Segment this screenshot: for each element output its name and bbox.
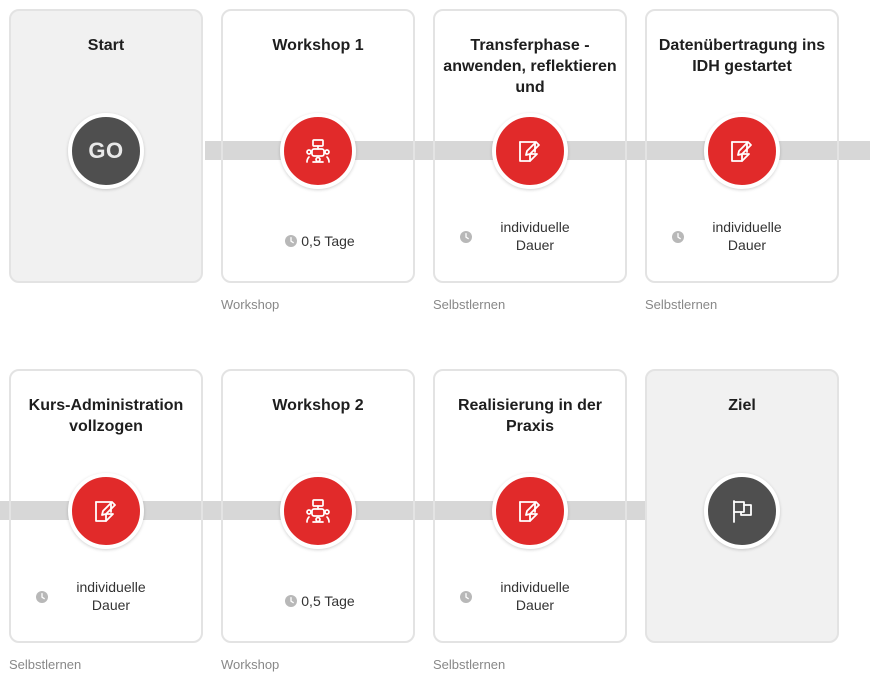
workshop-icon <box>306 139 330 163</box>
duration: individuelle Dauer <box>11 578 205 614</box>
workshop-icon <box>306 499 330 523</box>
card-caption: Selbstlernen <box>433 657 506 672</box>
go-label: GO <box>88 138 124 163</box>
duration-text: 0,5 Tage <box>301 593 355 609</box>
go-node[interactable]: GO <box>68 113 144 189</box>
clock-icon <box>285 595 298 607</box>
goal-node[interactable] <box>704 473 780 549</box>
edit-icon <box>519 501 540 522</box>
flag-icon <box>733 500 752 523</box>
duration-line-2: Dauer <box>91 597 131 613</box>
duration: individuelle Dauer <box>435 218 629 254</box>
duration-line-1: individuelle <box>76 579 146 595</box>
edit-node[interactable] <box>492 113 568 189</box>
card-title: Realisierung in der Praxis <box>457 397 603 435</box>
duration: 0,5 Tage <box>223 592 417 610</box>
duration-line-1: individuelle <box>712 219 782 235</box>
workshop-node[interactable] <box>280 473 356 549</box>
clock-icon <box>672 231 684 243</box>
edit-icon <box>95 501 116 522</box>
card-caption: Selbstlernen <box>645 297 718 312</box>
card-title: Kurs-Administration vollzogen <box>28 397 184 435</box>
duration-line-2: Dauer <box>515 597 555 613</box>
card-title: Datenübertragung ins IDH gestartet <box>658 37 826 75</box>
edit-icon <box>731 141 752 162</box>
card-title: Transferphase - anwenden, reflektieren u… <box>443 37 617 96</box>
duration-line-2: Dauer <box>515 237 555 253</box>
duration-text: 0,5 Tage <box>301 233 355 249</box>
edit-icon <box>519 141 540 162</box>
duration: 0,5 Tage <box>223 232 417 250</box>
card-caption: Selbstlernen <box>433 297 506 312</box>
card-title: Workshop 2 <box>272 397 364 414</box>
card-title: Start <box>87 37 125 54</box>
duration: individuelle Dauer <box>435 578 629 614</box>
card-title: Workshop 1 <box>272 37 364 54</box>
card-caption: Workshop <box>221 297 280 312</box>
clock-icon <box>460 591 472 603</box>
duration-line-2: Dauer <box>727 237 767 253</box>
clock-icon <box>460 231 472 243</box>
clock-icon <box>36 591 48 603</box>
edit-node[interactable] <box>704 113 780 189</box>
journey-row-2: Kurs-Administration vollzogen individuel… <box>0 360 870 680</box>
duration: individuelle Dauer <box>647 218 841 254</box>
card-caption: Selbstlernen <box>9 657 82 672</box>
journey-row-1: Start GO Workshop 1 0,5 Tage Workshop Tr… <box>0 0 870 320</box>
clock-icon <box>285 235 298 247</box>
card-caption: Workshop <box>221 657 280 672</box>
workshop-node[interactable] <box>280 113 356 189</box>
card-title: Ziel <box>728 397 756 414</box>
duration-line-1: individuelle <box>500 579 570 595</box>
duration-line-1: individuelle <box>500 219 570 235</box>
edit-node[interactable] <box>492 473 568 549</box>
edit-node[interactable] <box>68 473 144 549</box>
